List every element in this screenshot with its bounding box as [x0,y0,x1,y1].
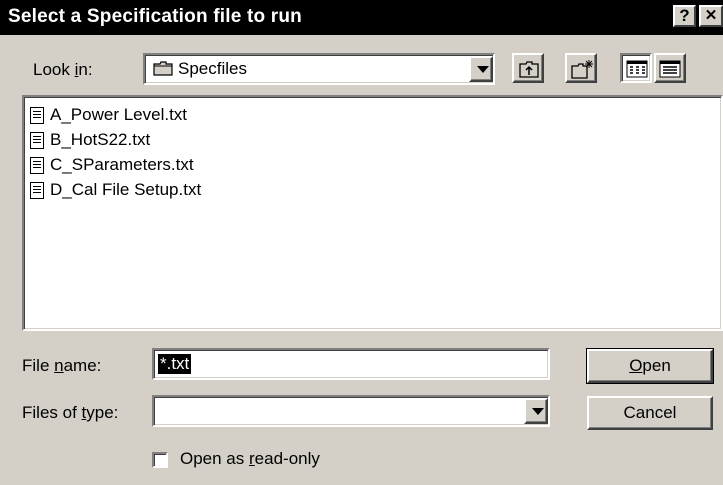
file-name-label: File name: [22,356,102,375]
details-view-button[interactable] [654,53,686,83]
file-name-input[interactable]: *.txt [152,348,550,380]
read-only-label[interactable]: Open as read-only [180,449,320,469]
cancel-button[interactable]: Cancel [587,396,713,430]
dialog-title: Select a Specification file to run [8,6,302,27]
title-bar[interactable]: Select a Specification file to run ? ✕ [0,0,723,35]
file-name: C_SParameters.txt [50,155,194,174]
look-in-dropdown-button[interactable] [469,56,493,82]
folder-icon [153,61,173,76]
read-only-checkbox[interactable] [152,452,168,468]
list-view-button[interactable] [620,53,652,83]
look-in-label: Look in: [33,60,93,79]
file-item-b-hots22[interactable]: B_HotS22.txt [30,130,150,152]
text-file-icon [30,107,44,125]
file-name: D_Cal File Setup.txt [50,180,202,199]
file-type-label: Files of type: [22,403,119,422]
file-type-dropdown-button[interactable] [524,398,548,424]
new-folder-icon [571,60,593,79]
up-folder-icon [519,61,539,78]
look-in-value: Specfiles [178,59,247,78]
text-file-icon [30,157,44,175]
file-type-combobox[interactable] [152,395,550,427]
file-item-c-sparameters[interactable]: C_SParameters.txt [30,155,194,177]
up-folder-button[interactable] [512,53,544,83]
text-file-icon [30,182,44,200]
details-view-icon [659,60,681,78]
file-item-d-cal-file-setup[interactable]: D_Cal File Setup.txt [30,180,201,202]
look-in-combobox[interactable]: Specfiles [143,53,495,85]
file-name-value: *.txt [158,354,192,374]
file-item-a-power-level[interactable]: A_Power Level.txt [30,105,187,127]
open-button[interactable]: Open [586,348,714,384]
list-view-icon [626,60,648,78]
help-button[interactable]: ? [673,5,696,27]
file-name: A_Power Level.txt [50,105,188,124]
file-list[interactable]: A_Power Level.txt B_HotS22.txt C_SParame… [22,95,723,331]
text-file-icon [30,132,44,150]
file-name: B_HotS22.txt [50,130,151,149]
new-folder-button[interactable] [565,53,597,83]
close-button[interactable]: ✕ [699,5,723,27]
